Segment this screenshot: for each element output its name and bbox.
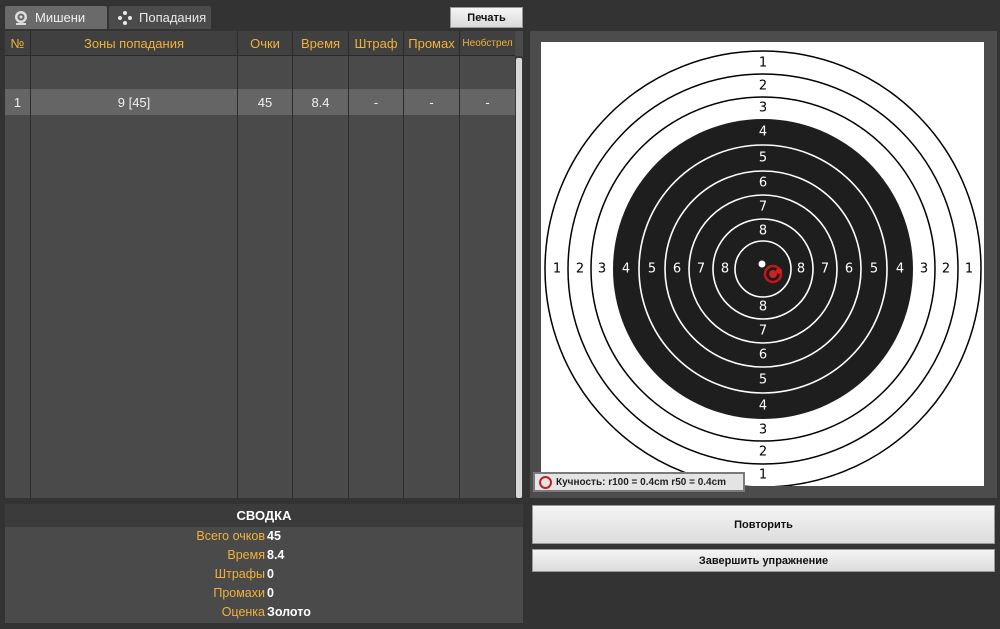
summary-value: 0 <box>267 567 274 581</box>
ring-label-8-left: 8 <box>721 262 729 277</box>
ring-label-1-top: 1 <box>759 56 767 71</box>
summary-title: СВОДКА <box>5 504 523 527</box>
column-header-score[interactable]: Очки <box>238 31 292 56</box>
tab-targets[interactable]: Мишени <box>5 6 107 29</box>
column-header-number[interactable]: № <box>5 31 30 56</box>
row-score: 45 <box>257 94 273 110</box>
shooting-target: 111 1222 2333 3444 4555 5666 6777 7888 8 <box>544 50 982 486</box>
ring-label-6-left: 6 <box>673 262 681 277</box>
ring-label-5-right: 5 <box>870 262 878 277</box>
column-header-miss[interactable]: Промах <box>404 31 459 56</box>
row-penalty: - <box>373 94 379 110</box>
vertical-scrollbar[interactable] <box>515 56 523 498</box>
column-header-penalty[interactable]: Штраф <box>349 31 403 56</box>
ring-label-7-right: 7 <box>821 262 829 277</box>
summary-value: 8.4 <box>267 548 285 562</box>
ring-label-2-bottom: 2 <box>759 445 767 460</box>
row-miss: - <box>429 94 434 110</box>
summary-value: Золото <box>267 605 311 619</box>
column-header-zones[interactable]: Зоны попадания <box>31 31 237 56</box>
ring-label-4-left: 4 <box>622 262 630 277</box>
finish-exercise-button[interactable]: Завершить упражнение <box>532 549 995 572</box>
grouping-text: Кучность: r100 = 0.4cm r50 = 0.4cm <box>556 476 727 488</box>
ring-label-7-top: 7 <box>759 200 767 215</box>
print-button[interactable]: Печать <box>450 7 523 28</box>
column-divider <box>292 31 293 498</box>
summary-label: Оценка <box>221 605 265 619</box>
summary-row-total: Всего очков 45 <box>5 529 523 548</box>
results-table: № Зоны попадания Очки Время Штраф Промах… <box>5 31 523 498</box>
ring-label-2-right: 2 <box>942 262 950 277</box>
summary-label: Промахи <box>213 586 265 600</box>
ring-label-1-left: 1 <box>553 262 561 277</box>
row-zones: 9 [45] <box>117 94 151 110</box>
column-divider <box>403 31 404 498</box>
summary-value: 45 <box>267 529 281 543</box>
ring-label-4-right: 4 <box>896 262 904 277</box>
summary-label: Всего очков <box>196 529 265 543</box>
ring-label-7-bottom: 7 <box>759 324 767 339</box>
ring-label-5-left: 5 <box>648 262 656 277</box>
column-divider <box>348 31 349 498</box>
summary-panel: СВОДКА Всего очков 45 Время 8.4 Штрафы 0… <box>5 504 523 623</box>
column-divider <box>237 31 238 498</box>
ring-label-1-bottom: 1 <box>759 468 767 483</box>
ring-label-8-right: 8 <box>797 262 805 277</box>
ring-label-4-bottom: 4 <box>759 399 767 414</box>
summary-row-time: Время 8.4 <box>5 548 523 567</box>
target-panel: 11112222333344445555666677778888 <box>530 31 997 498</box>
tab-hits[interactable]: Попадания <box>109 6 211 29</box>
row-time: 8.4 <box>311 94 330 110</box>
column-header-noshot[interactable]: Необстрел <box>460 31 515 56</box>
summary-value: 0 <box>267 586 274 600</box>
ring-label-2-left: 2 <box>576 262 584 277</box>
ring-label-7-left: 7 <box>697 262 705 277</box>
row-number: 1 <box>13 94 22 110</box>
ring-label-8-top: 8 <box>759 224 767 239</box>
ring-label-3-right: 3 <box>920 262 928 277</box>
ring-label-6-bottom: 6 <box>759 348 767 363</box>
ring-label-3-left: 3 <box>598 262 606 277</box>
grouping-info: Кучность: r100 = 0.4cm r50 = 0.4cm <box>533 472 745 492</box>
ring-label-5-bottom: 5 <box>759 373 767 388</box>
ring-label-6-right: 6 <box>845 262 853 277</box>
column-divider <box>30 31 31 498</box>
ring-label-1-right: 1 <box>965 262 973 277</box>
summary-row-grade: Оценка Золото <box>5 605 523 624</box>
row-noshot: - <box>485 94 490 110</box>
tab-label: Мишени <box>35 10 86 25</box>
scrollbar-thumb[interactable] <box>516 58 522 498</box>
target-icon <box>13 10 29 26</box>
ring-label-6-top: 6 <box>759 176 767 191</box>
ring-label-5-top: 5 <box>759 151 767 166</box>
ring-label-3-bottom: 3 <box>759 423 767 438</box>
summary-label: Штрафы <box>214 567 265 581</box>
hits-icon <box>117 10 133 26</box>
ring-label-3-top: 3 <box>759 101 767 116</box>
tab-label: Попадания <box>139 10 207 25</box>
repeat-button[interactable]: Повторить <box>532 505 995 544</box>
ring-label-8-bottom: 8 <box>759 300 767 315</box>
ring-label-4-top: 4 <box>759 125 767 140</box>
column-header-time[interactable]: Время <box>293 31 348 56</box>
target-sheet[interactable]: 11112222333344445555666677778888 <box>541 42 984 486</box>
ring-label-2-top: 2 <box>759 79 767 94</box>
grouping-circle-icon <box>539 475 552 489</box>
summary-label: Время <box>227 548 265 562</box>
summary-row-penalties: Штрафы 0 <box>5 567 523 586</box>
summary-row-misses: Промахи 0 <box>5 586 523 605</box>
column-divider <box>459 31 460 498</box>
